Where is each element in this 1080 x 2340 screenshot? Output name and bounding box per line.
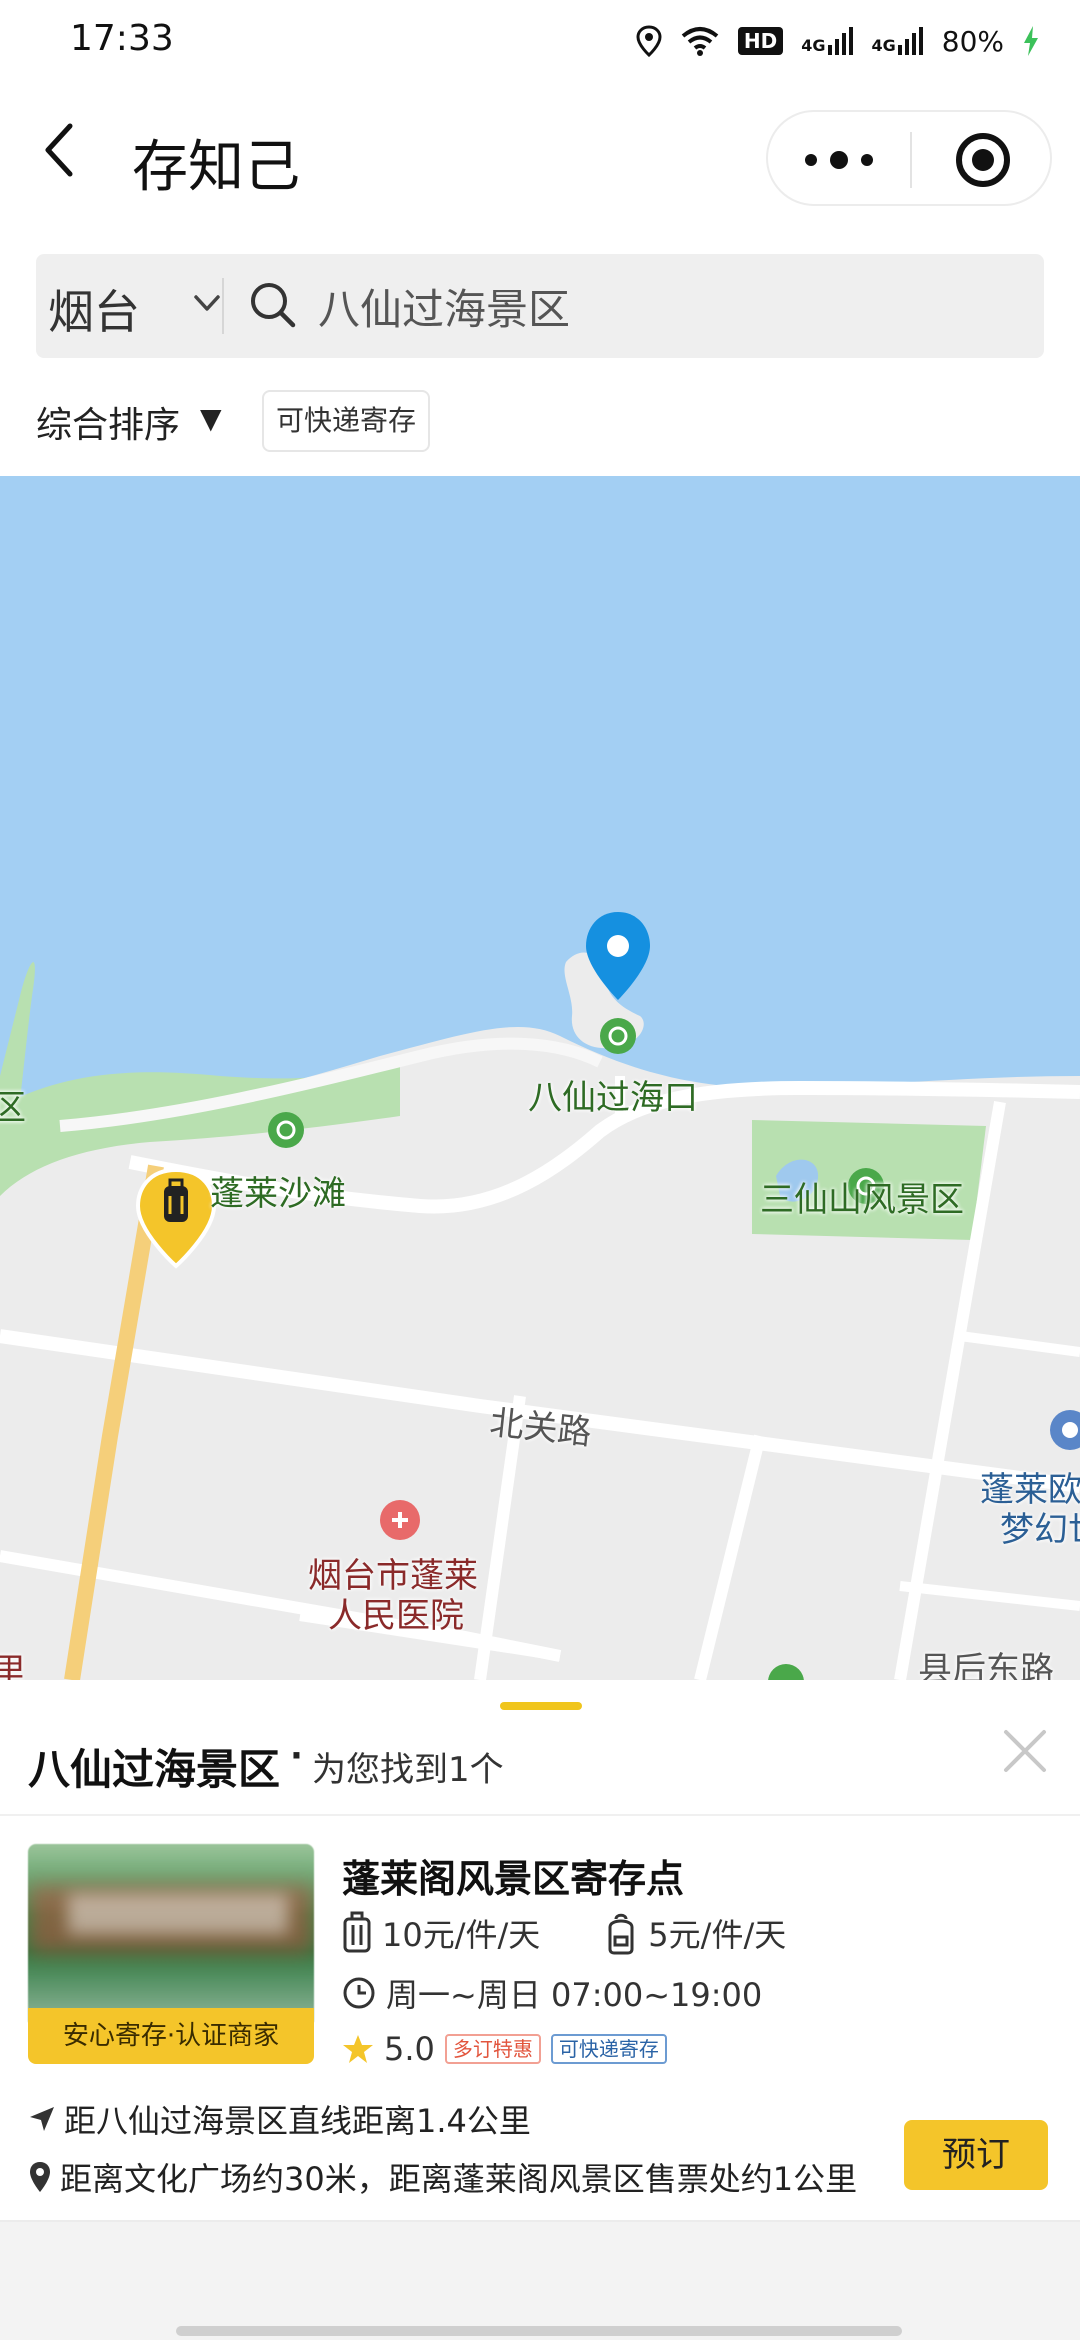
city-selector[interactable]: 烟台 — [36, 254, 222, 358]
map-label-edge-left-bottom: 里 — [0, 1652, 26, 1680]
target-circle-icon — [956, 133, 1010, 187]
footer-area — [0, 2220, 1080, 2340]
city-label: 烟台 — [48, 285, 140, 339]
small-item-price: 5元/件/天 — [648, 1916, 787, 1954]
book-button[interactable]: 预订 — [904, 2120, 1048, 2190]
hours-row: 周一~周日 07:00~19:00 — [342, 1970, 762, 2016]
search-icon — [251, 283, 296, 328]
close-icon — [1004, 1730, 1046, 1772]
battery-level: 80% — [941, 24, 1004, 58]
panel-divider — [0, 1814, 1080, 1816]
large-item-price: 10元/件/天 — [382, 1916, 541, 1954]
express-tag: 可快递寄存 — [550, 2034, 667, 2064]
nav-bar: 存知己 — [0, 80, 1080, 240]
suitcase-icon — [343, 1911, 371, 1953]
search-divider — [222, 278, 224, 334]
price-row: 10元/件/天 5元/件/天 — [342, 1910, 786, 1956]
rating-value: 5.0 — [384, 2030, 435, 2068]
map-label-sanxian: 三仙山风景区 — [760, 1180, 964, 1220]
sort-dropdown[interactable]: 综合排序 — [36, 396, 180, 448]
hospital-icon — [380, 1500, 420, 1540]
navigation-arrow-icon — [30, 2107, 54, 2131]
opening-hours: 周一~周日 07:00~19:00 — [386, 1976, 763, 2014]
more-dots-icon — [805, 151, 873, 169]
caret-down-icon: ▼ — [200, 402, 222, 435]
express-storage-filter-chip[interactable]: 可快递寄存 — [262, 390, 431, 452]
certified-badge: 安心寄存·认证商家 — [28, 2008, 314, 2064]
results-title: 八仙过海景区 — [28, 1745, 281, 1794]
home-indicator[interactable] — [176, 2326, 902, 2336]
close-miniprogram-button[interactable] — [912, 112, 1054, 208]
search-bar: 烟台 八仙过海景区 — [36, 254, 1044, 358]
map-view[interactable]: 八仙过海口 蓬莱沙滩 三仙山风景区 北关路 烟台市蓬莱 人民医院 蓬莱欧 梦幻世… — [0, 476, 1080, 1680]
map-label-beiguan-road: 北关路 — [487, 1402, 594, 1454]
clock-icon — [343, 1977, 375, 2009]
net-type-2: 4G — [871, 36, 896, 55]
hd-badge: HD — [737, 27, 784, 55]
star-icon — [343, 2035, 373, 2063]
results-count: 为您找到1个 — [312, 1750, 504, 1790]
location-pin-icon — [30, 2162, 50, 2192]
back-button[interactable] — [40, 120, 100, 200]
drag-handle[interactable] — [500, 1702, 582, 1710]
filter-bar: 综合排序 ▼ 可快递寄存 — [0, 370, 1080, 476]
signal-bars-icon — [897, 27, 923, 55]
chevron-down-icon — [194, 295, 220, 311]
search-input[interactable]: 八仙过海景区 — [318, 276, 570, 337]
net-type-1: 4G — [801, 36, 826, 55]
charging-icon — [1024, 26, 1038, 56]
mini-program-capsule — [766, 110, 1052, 206]
close-button[interactable] — [1000, 1726, 1050, 1776]
rating-row: 5.0 多订特惠 可快递寄存 — [342, 2030, 667, 2068]
clock: 17:33 — [70, 18, 174, 59]
signal-1: 4G — [801, 27, 853, 55]
map-label-edge-left-top: 区 — [0, 1088, 26, 1128]
back-arrow-icon — [45, 123, 73, 177]
scenic-camera-icon-baxian — [600, 1018, 636, 1054]
address-row: 距离文化广场约30米，距离蓬莱阁风景区售票处约1公里 — [28, 2154, 857, 2200]
address-description: 距离文化广场约30米，距离蓬莱阁风景区售票处约1公里 — [60, 2160, 858, 2198]
signal-bars-icon — [827, 27, 853, 55]
distance-row: 距八仙过海景区直线距离1.4公里 — [28, 2096, 531, 2142]
scenic-camera-icon-beach — [268, 1112, 304, 1148]
page-title: 存知己 — [132, 135, 300, 200]
shop-name: 蓬莱阁风景区寄存点 — [342, 1857, 685, 1901]
results-separator-dot: · — [290, 1736, 303, 1776]
status-icons: HD 4G 4G 80% — [636, 16, 1040, 66]
results-panel: 八仙过海景区 · 为您找到1个 安心寄存·认证商家 蓬莱阁风景区寄存点 10元/… — [0, 1680, 1080, 2220]
map-label-xianhou-road: 县后东路 — [918, 1650, 1054, 1680]
shop-photo — [28, 1844, 314, 2022]
status-bar: 17:33 HD 4G 4G 80% — [0, 0, 1080, 80]
map-label-hospital-2: 人民医院 — [328, 1596, 464, 1636]
location-icon — [636, 25, 662, 57]
map-label-ou-2: 梦幻世 — [1000, 1510, 1080, 1550]
wifi-icon — [681, 27, 719, 56]
discount-tag: 多订特惠 — [444, 2034, 541, 2064]
signal-2: 4G — [872, 27, 924, 55]
more-button[interactable] — [768, 112, 910, 208]
map-label-penglai-beach: 蓬莱沙滩 — [210, 1174, 346, 1214]
straight-line-distance: 距八仙过海景区直线距离1.4公里 — [64, 2102, 531, 2140]
shop-photo-blur-text — [68, 1894, 288, 1934]
map-label-baxian: 八仙过海口 — [528, 1078, 698, 1118]
backpack-icon — [608, 1913, 634, 1955]
